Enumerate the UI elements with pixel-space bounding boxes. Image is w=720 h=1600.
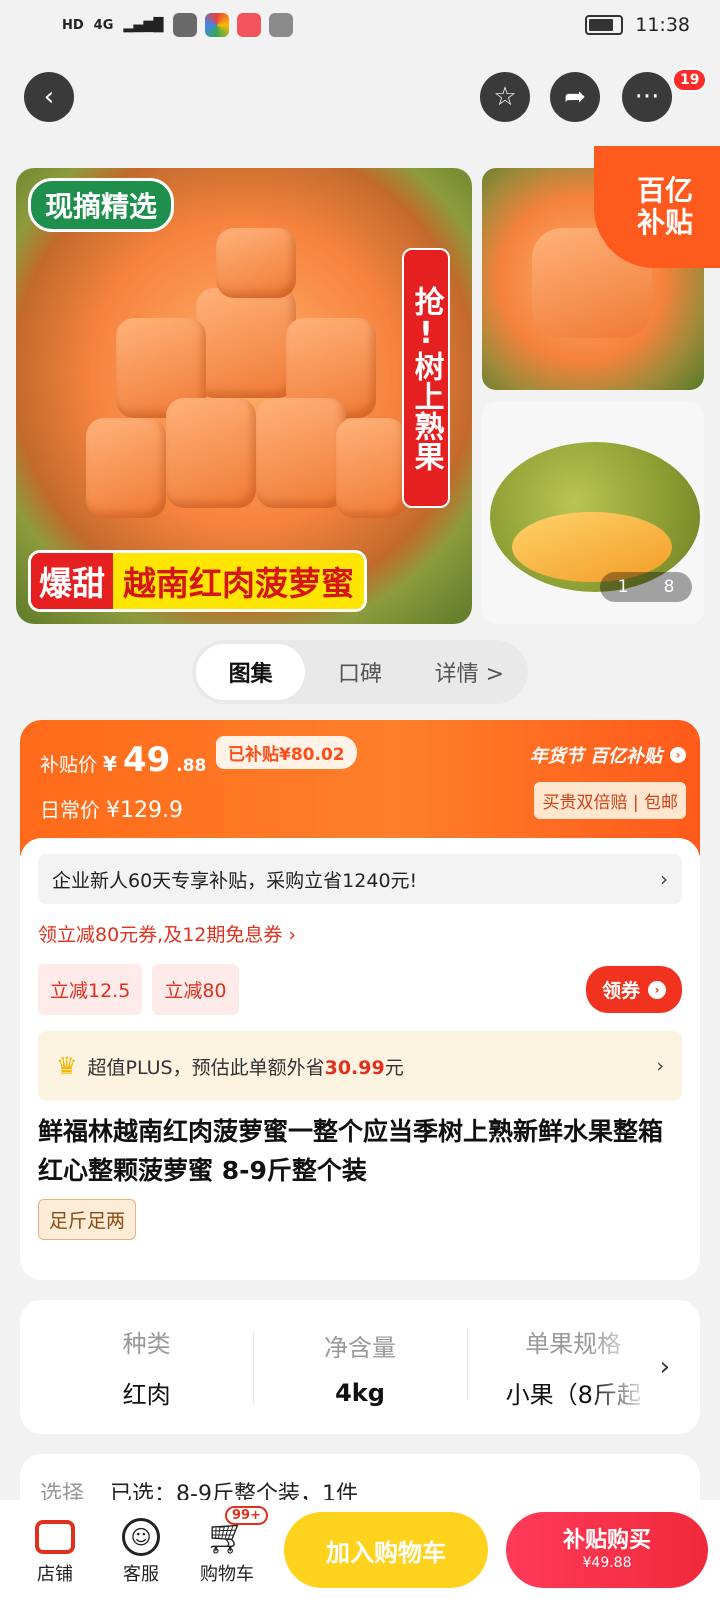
coupon-row: 立减12.5 立减80 领券 › <box>38 964 682 1015</box>
signal-indicators: HD 4G ▂▄▆█ <box>62 18 163 33</box>
chevron-right-icon: › <box>656 1055 664 1077</box>
claim-coupon-button[interactable]: 领券 › <box>585 966 682 1013</box>
tab-details[interactable]: 详情 > <box>415 656 524 688</box>
share-button[interactable]: ➦ <box>550 72 600 122</box>
price-decimal: .88 <box>176 756 207 776</box>
price-integer: 49 <box>122 740 171 780</box>
crown-icon: ♛ <box>56 1052 78 1080</box>
chevron-right-icon[interactable]: › <box>590 1300 700 1434</box>
spec-net-weight: 净含量 4kg <box>253 1328 466 1407</box>
main-product-image[interactable]: 现摘精选 抢!树上熟果 爆甜 越南红肉菠萝蜜 <box>16 168 472 624</box>
app-icon <box>269 13 294 37</box>
service-label: 客服 <box>123 1564 159 1585</box>
fresh-pick-tag: 现摘精选 <box>28 178 175 232</box>
currency-symbol: ¥ <box>103 752 117 776</box>
cart-label: 购物车 <box>200 1564 254 1585</box>
more-button[interactable]: ··· <box>622 72 672 122</box>
page-total: 8 <box>663 577 675 597</box>
plus-amount: 30.99 <box>324 1056 385 1079</box>
buy-label: 补贴购买 <box>562 1528 651 1554</box>
app-icon <box>237 13 262 37</box>
cart-button[interactable]: 🛒︎ 99+ 购物车 <box>184 1506 270 1586</box>
guarantee-badge[interactable]: 买贵双倍赔 | 包邮 <box>534 782 686 819</box>
add-to-cart-button[interactable]: 加入购物车 <box>284 1512 488 1588</box>
subsidy-brand-link[interactable]: 年货节 百亿补贴 › <box>530 742 686 768</box>
tab-gallery[interactable]: 图集 <box>196 644 306 700</box>
more-icon: ··· <box>634 82 660 112</box>
cart-badge: 99+ <box>225 1506 268 1525</box>
tab-reviews[interactable]: 口碑 <box>305 656 414 688</box>
chevron-right-icon: › <box>660 867 668 891</box>
spec-key: 净含量 <box>323 1333 396 1362</box>
plus-savings-bar[interactable]: ♛ 超值PLUS，预估此单额外省30.99元 › <box>38 1031 682 1101</box>
daily-price: ¥129.9 <box>106 798 183 823</box>
banner-name: 越南红肉菠萝蜜 <box>113 553 364 609</box>
promo-section: 企业新人60天专享补贴，采购立省1240元! › 领立减80元券,及12期免息券… <box>20 838 700 1280</box>
spec-type: 种类 红肉 <box>40 1324 253 1410</box>
customer-service-icon: ☺ <box>122 1518 160 1556</box>
spec-value: 红肉 <box>122 1381 171 1409</box>
subsidy-corner-badge: 百亿 补贴 <box>594 146 720 268</box>
notification-icons <box>173 13 294 37</box>
saved-amount-chip: 已补贴¥80.02 <box>216 736 357 769</box>
price-header: 补贴价 ¥ 49 .88 已补贴¥80.02 日常价 ¥129.9 年货节 百亿… <box>20 720 700 856</box>
corner-line2: 补贴 <box>636 206 693 239</box>
hd-label: HD <box>62 17 84 33</box>
network-label: 4G <box>93 17 114 33</box>
notice-text: 企业新人60天专享补贴，采购立省1240元! <box>52 869 418 892</box>
weight-guarantee-tag: 足斤足两 <box>38 1198 137 1240</box>
claim-label: 领券 <box>601 980 640 1002</box>
product-title: 鲜福林越南红肉菠萝蜜一整个应当季树上熟新鲜水果整箱红心整颗菠萝蜜 8-9斤整个装 <box>38 1117 664 1185</box>
back-arrow-icon: ‹ <box>43 82 55 112</box>
signal-icon: ▂▄▆█ <box>123 17 164 33</box>
spec-value: 4kg <box>335 1378 385 1407</box>
corner-line1: 百亿 <box>636 173 693 207</box>
page-current: 1 <box>617 577 629 597</box>
gallery-pager: 1 8 <box>600 572 692 602</box>
gallery-tabs: 图集 口碑 详情 > <box>192 640 528 704</box>
coupon-link[interactable]: 领立减80元券,及12期免息券 › <box>38 918 682 948</box>
shop-label: 店铺 <box>37 1564 73 1585</box>
chevron-right-icon: › <box>670 747 686 763</box>
subsidy-price-label: 补贴价 <box>40 754 98 776</box>
shop-button[interactable]: 店铺 <box>12 1514 98 1586</box>
banner-sweet: 爆甜 <box>31 553 113 609</box>
favorite-button[interactable]: ☆ <box>480 72 530 122</box>
chevron-right-icon: › <box>648 980 666 999</box>
spec-key: 种类 <box>122 1330 171 1358</box>
clock: 11:38 <box>635 14 690 36</box>
enterprise-notice[interactable]: 企业新人60天专享补贴，采购立省1240元! › <box>38 854 682 904</box>
star-icon: ☆ <box>493 82 517 112</box>
notification-badge: 19 <box>672 68 708 92</box>
buy-price: ¥49.88 <box>582 1554 632 1571</box>
bottom-action-bar: 店铺 ☺ 客服 🛒︎ 99+ 购物车 加入购物车 补贴购买 ¥49.88 <box>0 1500 720 1600</box>
share-icon: ➦ <box>564 82 586 112</box>
shop-icon <box>35 1520 75 1554</box>
status-bar: HD 4G ▂▄▆█ 11:38 <box>0 0 720 50</box>
battery-icon <box>585 15 624 35</box>
plus-text: 超值PLUS，预估此单额外省 <box>87 1056 325 1079</box>
service-button[interactable]: ☺ 客服 <box>98 1514 184 1586</box>
brand-text: 年货节 百亿补贴 <box>529 746 662 767</box>
spec-card[interactable]: 种类 红肉 净含量 4kg 单果规格 小果（8斤起 › <box>20 1300 700 1434</box>
daily-price-label: 日常价 <box>40 798 100 822</box>
price-card: 补贴价 ¥ 49 .88 已补贴¥80.02 日常价 ¥129.9 年货节 百亿… <box>20 720 700 1280</box>
discount-chip[interactable]: 立减80 <box>152 964 239 1015</box>
tree-ripe-tag: 抢!树上熟果 <box>402 248 450 508</box>
discount-chip[interactable]: 立减12.5 <box>38 964 143 1015</box>
app-icon <box>205 13 230 37</box>
subsidy-buy-button[interactable]: 补贴购买 ¥49.88 <box>506 1512 708 1588</box>
back-button[interactable]: ‹ <box>24 72 74 122</box>
app-icon <box>173 13 198 37</box>
product-banner: 爆甜 越南红肉菠萝蜜 <box>28 550 367 612</box>
plus-unit: 元 <box>384 1056 404 1079</box>
